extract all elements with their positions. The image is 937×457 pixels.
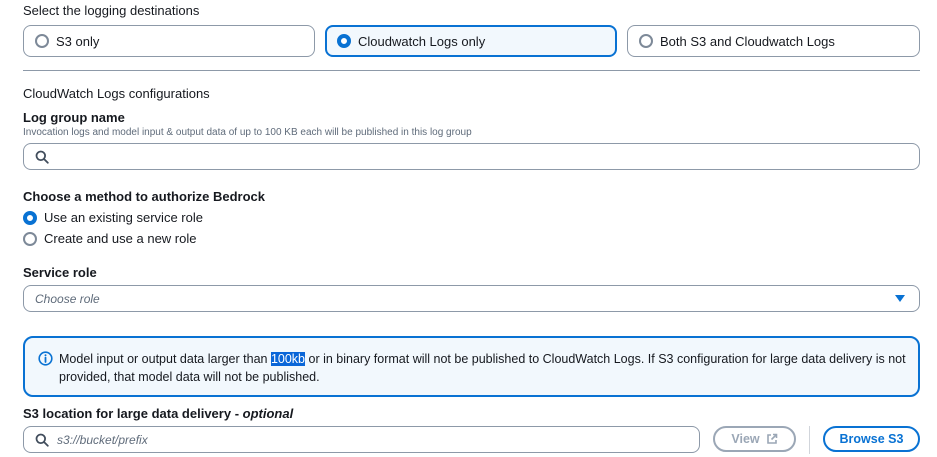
section-divider — [23, 70, 920, 71]
radio-s3-only[interactable] — [35, 34, 49, 48]
log-group-description: Invocation logs and model input & output… — [23, 127, 472, 138]
radio-new-role[interactable] — [23, 231, 37, 246]
auth-option-new-role[interactable]: Create and use a new role — [23, 231, 196, 246]
caret-down-icon — [895, 294, 905, 302]
cloudwatch-section-title: CloudWatch Logs configurations — [23, 86, 210, 101]
radio-existing-role[interactable] — [23, 210, 37, 225]
s3-location-input[interactable]: s3://bucket/prefix — [23, 426, 700, 453]
service-role-label: Service role — [23, 265, 97, 280]
s3-location-label-text: S3 location for large data delivery — [23, 406, 232, 421]
destination-cloudwatch-only-label: Cloudwatch Logs only — [358, 33, 486, 49]
auth-option-existing-role-label: Use an existing service role — [44, 210, 203, 225]
destination-s3-only-label: S3 only — [56, 33, 100, 49]
destination-both[interactable]: Both S3 and Cloudwatch Logs — [627, 25, 920, 57]
browse-s3-button[interactable]: Browse S3 — [823, 426, 920, 452]
view-button-label: View — [731, 432, 760, 446]
radio-cloudwatch-only[interactable] — [337, 34, 351, 48]
auth-option-existing-role[interactable]: Use an existing service role — [23, 210, 203, 225]
s3-location-placeholder: s3://bucket/prefix — [57, 432, 148, 447]
s3-location-optional: optional — [242, 406, 294, 421]
search-icon — [35, 433, 49, 447]
view-button[interactable]: View — [713, 426, 796, 452]
s3-location-label-sep: - — [231, 406, 243, 421]
info-alert: Model input or output data larger than 1… — [23, 336, 920, 397]
service-role-select[interactable]: Choose role — [23, 285, 920, 312]
search-icon — [35, 150, 49, 164]
log-group-label: Log group name — [23, 110, 125, 125]
auth-method-label: Choose a method to authorize Bedrock — [23, 189, 265, 204]
radio-both[interactable] — [639, 34, 653, 48]
info-icon — [38, 351, 53, 366]
destination-cloudwatch-only[interactable]: Cloudwatch Logs only — [325, 25, 617, 57]
button-separator — [809, 426, 810, 454]
destination-s3-only[interactable]: S3 only — [23, 25, 315, 57]
destination-both-label: Both S3 and Cloudwatch Logs — [660, 33, 835, 49]
log-group-input[interactable] — [23, 143, 920, 170]
s3-location-label: S3 location for large data delivery - op… — [23, 406, 293, 421]
bedrock-logging-settings: Select the logging destinations S3 only … — [0, 0, 937, 457]
info-alert-text: Model input or output data larger than 1… — [59, 350, 909, 386]
destinations-title: Select the logging destinations — [23, 3, 200, 18]
auth-option-new-role-label: Create and use a new role — [44, 231, 197, 246]
external-link-icon — [766, 433, 777, 444]
service-role-placeholder: Choose role — [35, 291, 100, 306]
alert-text-before: Model input or output data larger than — [59, 352, 271, 366]
alert-highlight: 100kb — [270, 352, 306, 366]
